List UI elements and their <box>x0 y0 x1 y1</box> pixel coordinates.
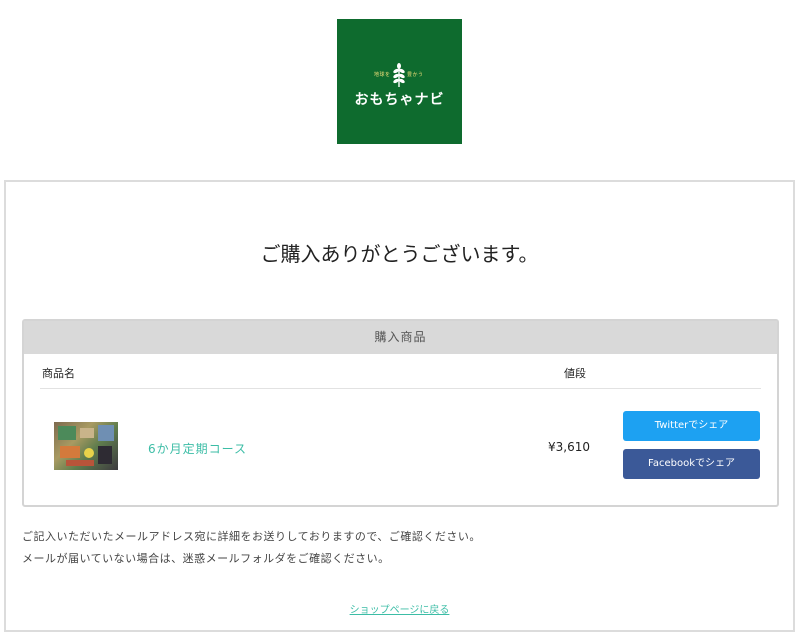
product-price: ¥3,610 <box>548 440 590 454</box>
facebook-share-button[interactable]: Facebookでシェア <box>623 449 760 479</box>
email-sent-note: ご記入いただいたメールアドレス宛に詳細をお送りしておりますので、ご確認ください。 <box>22 530 481 543</box>
purchased-items-table: 購入商品 商品名 値段 6か月定期コース ¥3,610 Twitterでシェア … <box>22 319 779 507</box>
leaf-icon <box>393 63 405 87</box>
column-header-name: 商品名 <box>42 367 75 380</box>
twitter-share-button[interactable]: Twitterでシェア <box>623 411 760 441</box>
shop-logo: 地球を 豊かう おもちゃナビ <box>337 19 462 144</box>
logo-tag-left: 地球を <box>374 72 391 78</box>
table-header-row: 商品名 値段 <box>40 354 761 389</box>
back-to-shop-link[interactable]: ショップページに戻る <box>6 601 793 616</box>
column-header-price: 値段 <box>564 367 586 380</box>
product-name: 6か月定期コース <box>148 442 248 456</box>
table-title: 購入商品 <box>24 321 777 354</box>
page-title: ご購入ありがとうございます。 <box>260 242 539 266</box>
logo-tag-right: 豊かう <box>407 72 424 78</box>
thank-you-card: ご購入ありがとうございます。 購入商品 商品名 値段 6か月定期コース ¥3,6… <box>4 180 795 632</box>
product-thumbnail <box>54 422 118 470</box>
logo-name: おもちゃナビ <box>354 92 445 108</box>
spam-folder-note: メールが届いていない場合は、迷惑メールフォルダをご確認ください。 <box>22 552 390 565</box>
